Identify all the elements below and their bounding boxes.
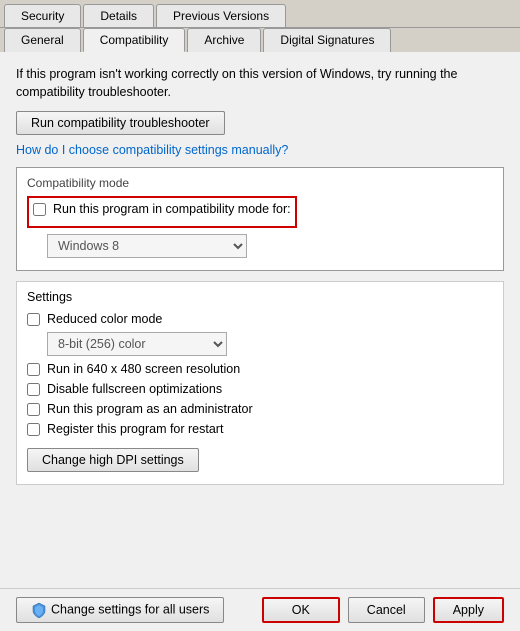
cancel-button[interactable]: Cancel <box>348 597 425 623</box>
settings-section: Settings Reduced color mode 8-bit (256) … <box>16 281 504 485</box>
run-as-admin-label: Run this program as an administrator <box>47 402 253 416</box>
tab-row-1: Security Details Previous Versions <box>0 0 520 28</box>
compat-mode-label: Run this program in compatibility mode f… <box>53 202 291 216</box>
dialog-window: Security Details Previous Versions Gener… <box>0 0 520 631</box>
tab-row-2: General Compatibility Archive Digital Si… <box>0 28 520 52</box>
color-mode-dropdown[interactable]: 8-bit (256) color 16-bit color <box>47 332 227 356</box>
ok-button[interactable]: OK <box>262 597 340 623</box>
change-settings-all-users-button[interactable]: Change settings for all users <box>16 597 224 623</box>
compat-mode-checkbox[interactable] <box>33 203 46 216</box>
content-area: If this program isn't working correctly … <box>0 52 520 588</box>
compat-mode-legend: Compatibility mode <box>27 176 493 190</box>
settings-legend: Settings <box>27 290 493 304</box>
change-settings-label: Change settings for all users <box>51 602 209 616</box>
register-restart-label: Register this program for restart <box>47 422 223 436</box>
tab-archive[interactable]: Archive <box>187 28 261 52</box>
compat-mode-checkbox-row: Run this program in compatibility mode f… <box>33 202 291 216</box>
compat-mode-dropdown[interactable]: Windows 8 Windows 7 Windows Vista Window… <box>47 234 247 258</box>
compat-mode-highlight: Run this program in compatibility mode f… <box>27 196 297 228</box>
info-text: If this program isn't working correctly … <box>16 66 504 101</box>
reduced-color-checkbox[interactable] <box>27 313 40 326</box>
disable-fullscreen-label: Disable fullscreen optimizations <box>47 382 222 396</box>
tab-digital-signatures[interactable]: Digital Signatures <box>263 28 391 52</box>
run-as-admin-checkbox[interactable] <box>27 403 40 416</box>
shield-icon <box>31 602 47 618</box>
reduced-color-row: Reduced color mode <box>27 312 493 326</box>
disable-fullscreen-row: Disable fullscreen optimizations <box>27 382 493 396</box>
reduced-color-label: Reduced color mode <box>47 312 162 326</box>
640x480-checkbox[interactable] <box>27 363 40 376</box>
register-restart-checkbox[interactable] <box>27 423 40 436</box>
run-troubleshooter-button[interactable]: Run compatibility troubleshooter <box>16 111 225 135</box>
register-restart-row: Register this program for restart <box>27 422 493 436</box>
tab-previous-versions[interactable]: Previous Versions <box>156 4 286 27</box>
tab-details[interactable]: Details <box>83 4 154 27</box>
change-dpi-button[interactable]: Change high DPI settings <box>27 448 199 472</box>
bottom-bar: Change settings for all users OK Cancel … <box>0 588 520 631</box>
disable-fullscreen-checkbox[interactable] <box>27 383 40 396</box>
tab-security[interactable]: Security <box>4 4 81 27</box>
tab-compatibility[interactable]: Compatibility <box>83 28 186 52</box>
640x480-label: Run in 640 x 480 screen resolution <box>47 362 240 376</box>
tab-general[interactable]: General <box>4 28 81 52</box>
640x480-row: Run in 640 x 480 screen resolution <box>27 362 493 376</box>
apply-button[interactable]: Apply <box>433 597 504 623</box>
bottom-right: OK Cancel Apply <box>262 597 504 623</box>
bottom-left: Change settings for all users <box>16 597 224 623</box>
run-as-admin-row: Run this program as an administrator <box>27 402 493 416</box>
help-link[interactable]: How do I choose compatibility settings m… <box>16 143 504 157</box>
compatibility-mode-section: Compatibility mode Run this program in c… <box>16 167 504 271</box>
